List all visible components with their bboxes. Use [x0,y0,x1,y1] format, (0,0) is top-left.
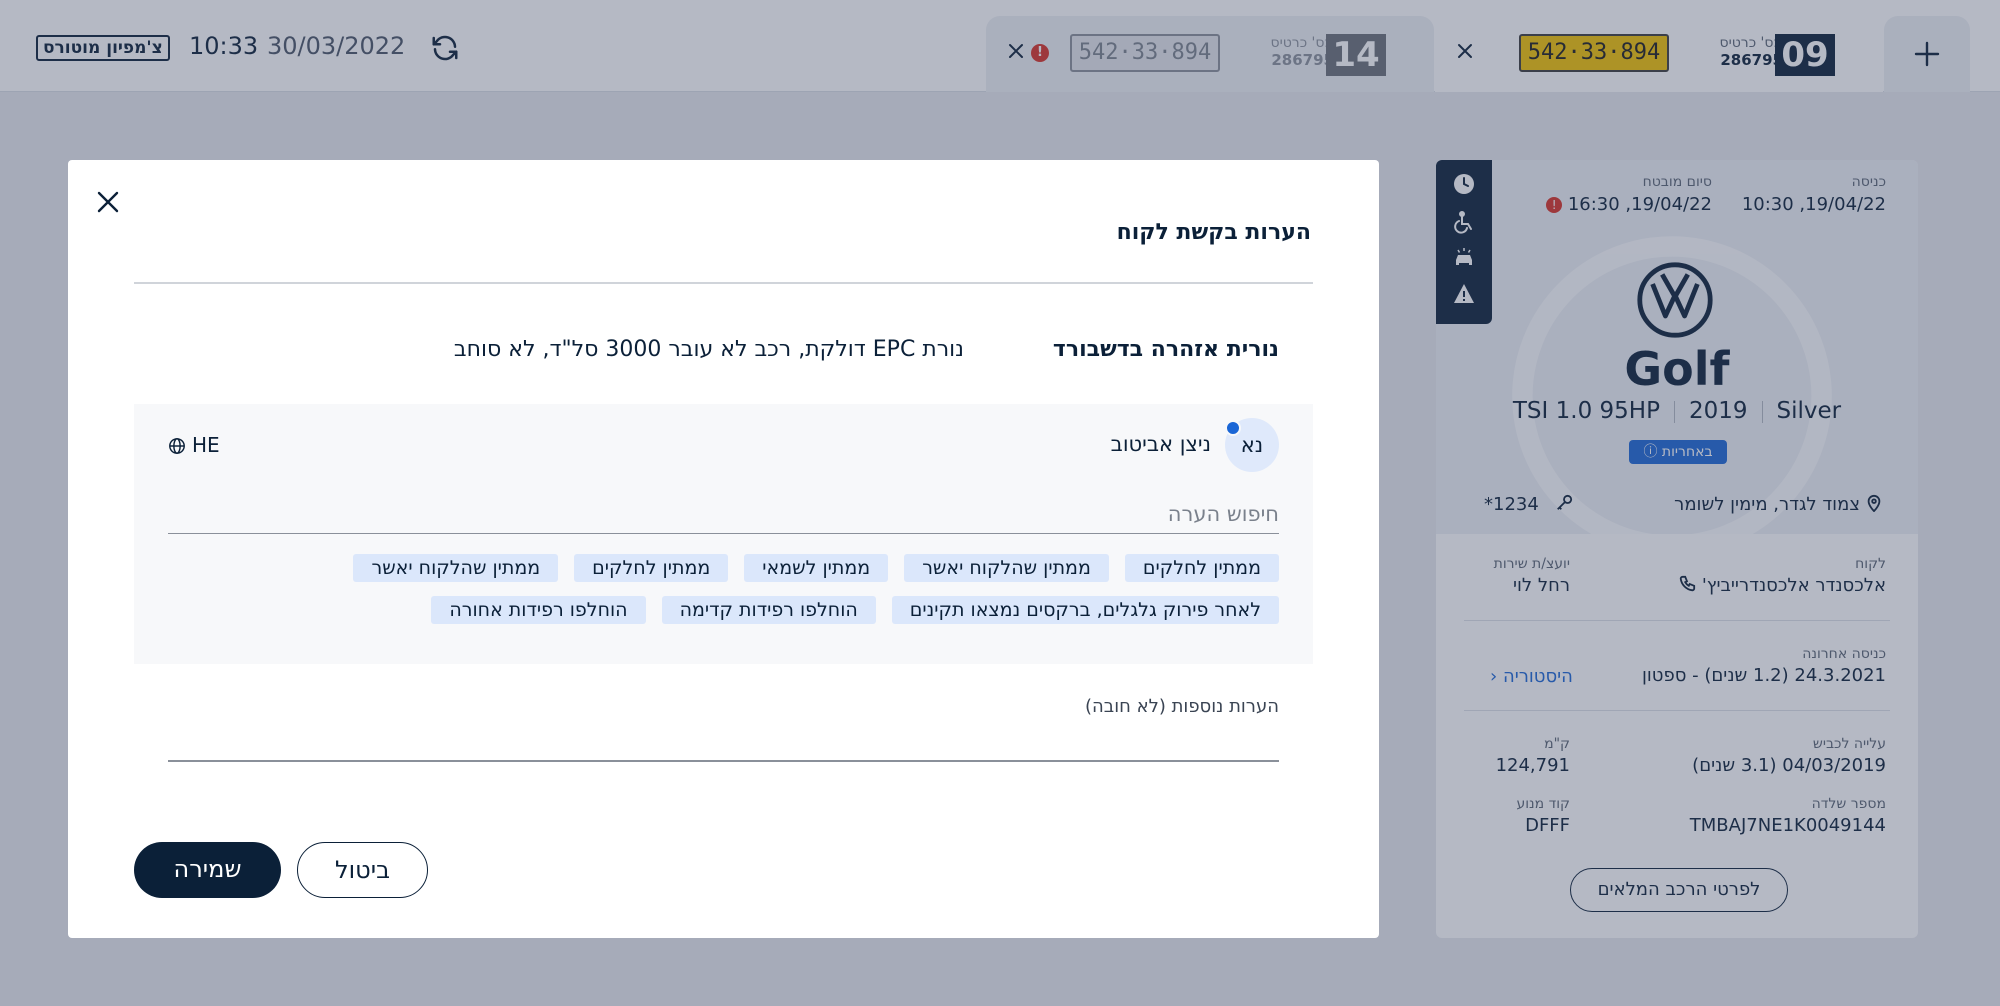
close-icon[interactable] [92,186,124,218]
comment-chip[interactable]: לאחר פירוק גלגלים, ברקסים נמצאו תקינים [891,596,1279,624]
customer-request-notes-dialog: הערות בקשת לקוח נורית אזהרה בדשבורד נורת… [68,160,1379,938]
dialog-title: הערות בקשת לקוח [1116,220,1311,245]
save-button[interactable]: שמירה [134,842,281,898]
request-field-value: נורת EPC דולקת, רכב לא עובר 3000 סל"ד, ל… [453,337,964,362]
comment-search-input[interactable] [168,494,1279,534]
author-name: ניצן אביטוב [1110,432,1211,456]
comment-chip[interactable]: ממתין לחלקים [574,554,729,582]
additional-notes-label[interactable]: הערות נוספות (לא חובה) [1085,696,1279,717]
comment-chip[interactable]: ממתין שהלקוח יאשר [904,554,1109,582]
cancel-button[interactable]: ביטול [297,842,428,898]
globe-icon [169,438,185,454]
suggested-comments: ממתין לחלקים ממתין שהלקוח יאשר ממתין לשמ… [168,554,1279,624]
modal-backdrop-top [0,0,2000,92]
request-field-label: נורית אזהרה בדשבורד [1052,337,1279,362]
language-selector[interactable]: HE [168,433,220,457]
additional-notes-input[interactable] [168,760,1279,762]
divider [134,282,1313,284]
comment-chip[interactable]: ממתין שהלקוח יאשר [353,554,559,582]
sync-badge-icon [1225,420,1241,436]
comment-editor: נא ניצן אביטוב HE ממתין לחלקים ממתין שהל… [134,404,1313,664]
comment-chip[interactable]: הוחלפו רפידות קדימה [661,596,876,624]
comment-chip[interactable]: ממתין לשמאי [744,554,889,582]
comment-chip[interactable]: הוחלפו רפידות אחורה [431,596,646,624]
comment-chip[interactable]: ממתין לחלקים [1124,554,1279,582]
